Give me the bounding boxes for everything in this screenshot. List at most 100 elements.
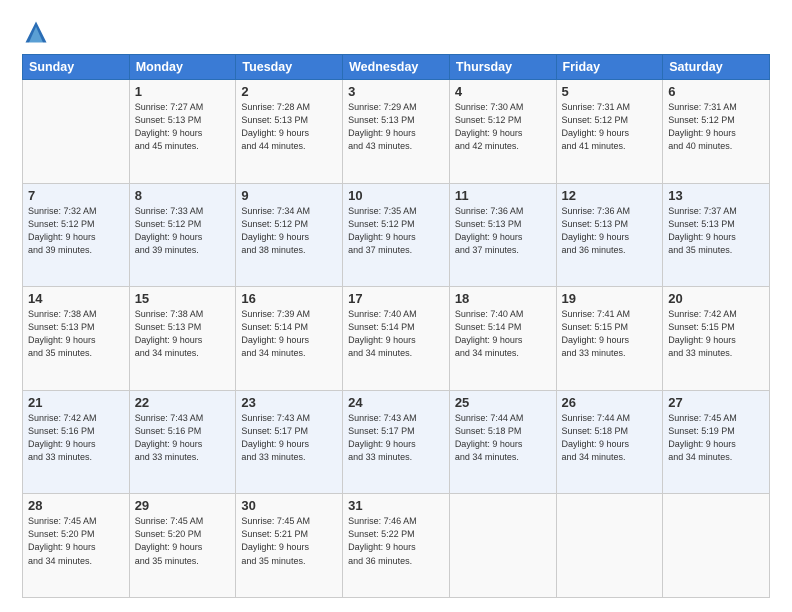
calendar-cell: 11 Sunrise: 7:36 AM Sunset: 5:13 PM Dayli…: [449, 183, 556, 287]
day-info: Sunrise: 7:33 AM Sunset: 5:12 PM Dayligh…: [135, 205, 231, 257]
day-number: 2: [241, 84, 337, 99]
day-info: Sunrise: 7:45 AM Sunset: 5:19 PM Dayligh…: [668, 412, 764, 464]
day-number: 7: [28, 188, 124, 203]
day-number: 15: [135, 291, 231, 306]
day-info: Sunrise: 7:35 AM Sunset: 5:12 PM Dayligh…: [348, 205, 444, 257]
weekday-wednesday: Wednesday: [343, 55, 450, 80]
calendar-cell: 16 Sunrise: 7:39 AM Sunset: 5:14 PM Dayli…: [236, 287, 343, 391]
day-number: 23: [241, 395, 337, 410]
calendar-cell: 14Sunrise: 7:38 AM Sunset: 5:13 PM Dayli…: [23, 287, 130, 391]
calendar-cell: 9 Sunrise: 7:34 AM Sunset: 5:12 PM Daylig…: [236, 183, 343, 287]
weekday-sunday: Sunday: [23, 55, 130, 80]
day-info: Sunrise: 7:44 AM Sunset: 5:18 PM Dayligh…: [455, 412, 551, 464]
day-number: 12: [562, 188, 658, 203]
calendar-cell: [23, 80, 130, 184]
day-number: 20: [668, 291, 764, 306]
day-info: Sunrise: 7:39 AM Sunset: 5:14 PM Dayligh…: [241, 308, 337, 360]
weekday-saturday: Saturday: [663, 55, 770, 80]
day-info: Sunrise: 7:36 AM Sunset: 5:13 PM Dayligh…: [455, 205, 551, 257]
day-number: 11: [455, 188, 551, 203]
week-row-3: 14Sunrise: 7:38 AM Sunset: 5:13 PM Dayli…: [23, 287, 770, 391]
day-number: 4: [455, 84, 551, 99]
day-info: Sunrise: 7:45 AM Sunset: 5:20 PM Dayligh…: [28, 515, 124, 567]
calendar-cell: 25 Sunrise: 7:44 AM Sunset: 5:18 PM Dayli…: [449, 390, 556, 494]
calendar-cell: 27 Sunrise: 7:45 AM Sunset: 5:19 PM Dayli…: [663, 390, 770, 494]
day-number: 16: [241, 291, 337, 306]
day-info: Sunrise: 7:42 AM Sunset: 5:15 PM Dayligh…: [668, 308, 764, 360]
calendar-cell: 7 Sunrise: 7:32 AM Sunset: 5:12 PM Daylig…: [23, 183, 130, 287]
calendar-cell: 4 Sunrise: 7:30 AM Sunset: 5:12 PM Daylig…: [449, 80, 556, 184]
weekday-tuesday: Tuesday: [236, 55, 343, 80]
calendar-cell: [556, 494, 663, 598]
day-info: Sunrise: 7:46 AM Sunset: 5:22 PM Dayligh…: [348, 515, 444, 567]
calendar-cell: 31Sunrise: 7:46 AM Sunset: 5:22 PM Dayli…: [343, 494, 450, 598]
day-info: Sunrise: 7:43 AM Sunset: 5:16 PM Dayligh…: [135, 412, 231, 464]
calendar-cell: 12 Sunrise: 7:36 AM Sunset: 5:13 PM Dayli…: [556, 183, 663, 287]
week-row-4: 21 Sunrise: 7:42 AM Sunset: 5:16 PM Dayli…: [23, 390, 770, 494]
day-info: Sunrise: 7:43 AM Sunset: 5:17 PM Dayligh…: [348, 412, 444, 464]
week-row-2: 7 Sunrise: 7:32 AM Sunset: 5:12 PM Daylig…: [23, 183, 770, 287]
day-number: 3: [348, 84, 444, 99]
day-info: Sunrise: 7:40 AM Sunset: 5:14 PM Dayligh…: [455, 308, 551, 360]
calendar-body: 1 Sunrise: 7:27 AM Sunset: 5:13 PM Daylig…: [23, 80, 770, 598]
day-info: Sunrise: 7:34 AM Sunset: 5:12 PM Dayligh…: [241, 205, 337, 257]
calendar-cell: 23 Sunrise: 7:43 AM Sunset: 5:17 PM Dayli…: [236, 390, 343, 494]
day-info: Sunrise: 7:30 AM Sunset: 5:12 PM Dayligh…: [455, 101, 551, 153]
calendar-cell: 29 Sunrise: 7:45 AM Sunset: 5:20 PM Dayli…: [129, 494, 236, 598]
week-row-1: 1 Sunrise: 7:27 AM Sunset: 5:13 PM Daylig…: [23, 80, 770, 184]
day-number: 5: [562, 84, 658, 99]
day-info: Sunrise: 7:38 AM Sunset: 5:13 PM Dayligh…: [28, 308, 124, 360]
calendar-cell: 1 Sunrise: 7:27 AM Sunset: 5:13 PM Daylig…: [129, 80, 236, 184]
calendar-cell: 24 Sunrise: 7:43 AM Sunset: 5:17 PM Dayli…: [343, 390, 450, 494]
day-info: Sunrise: 7:41 AM Sunset: 5:15 PM Dayligh…: [562, 308, 658, 360]
calendar-table: SundayMondayTuesdayWednesdayThursdayFrid…: [22, 54, 770, 598]
day-info: Sunrise: 7:45 AM Sunset: 5:21 PM Dayligh…: [241, 515, 337, 567]
day-number: 27: [668, 395, 764, 410]
day-info: Sunrise: 7:45 AM Sunset: 5:20 PM Dayligh…: [135, 515, 231, 567]
day-number: 17: [348, 291, 444, 306]
calendar-cell: 22Sunrise: 7:43 AM Sunset: 5:16 PM Dayli…: [129, 390, 236, 494]
weekday-friday: Friday: [556, 55, 663, 80]
calendar-cell: [449, 494, 556, 598]
calendar-cell: 2 Sunrise: 7:28 AM Sunset: 5:13 PM Daylig…: [236, 80, 343, 184]
header: [22, 18, 770, 46]
day-number: 28: [28, 498, 124, 513]
day-number: 21: [28, 395, 124, 410]
calendar-cell: 8Sunrise: 7:33 AM Sunset: 5:12 PM Daylig…: [129, 183, 236, 287]
day-number: 9: [241, 188, 337, 203]
day-info: Sunrise: 7:28 AM Sunset: 5:13 PM Dayligh…: [241, 101, 337, 153]
page: SundayMondayTuesdayWednesdayThursdayFrid…: [0, 0, 792, 612]
day-info: Sunrise: 7:44 AM Sunset: 5:18 PM Dayligh…: [562, 412, 658, 464]
calendar-cell: 21 Sunrise: 7:42 AM Sunset: 5:16 PM Dayli…: [23, 390, 130, 494]
calendar-cell: 17Sunrise: 7:40 AM Sunset: 5:14 PM Dayli…: [343, 287, 450, 391]
calendar-cell: 30 Sunrise: 7:45 AM Sunset: 5:21 PM Dayli…: [236, 494, 343, 598]
calendar-cell: 19 Sunrise: 7:41 AM Sunset: 5:15 PM Dayli…: [556, 287, 663, 391]
logo: [22, 18, 54, 46]
day-info: Sunrise: 7:37 AM Sunset: 5:13 PM Dayligh…: [668, 205, 764, 257]
day-info: Sunrise: 7:31 AM Sunset: 5:12 PM Dayligh…: [562, 101, 658, 153]
weekday-header-row: SundayMondayTuesdayWednesdayThursdayFrid…: [23, 55, 770, 80]
day-number: 10: [348, 188, 444, 203]
calendar-cell: 15 Sunrise: 7:38 AM Sunset: 5:13 PM Dayli…: [129, 287, 236, 391]
day-number: 25: [455, 395, 551, 410]
day-info: Sunrise: 7:32 AM Sunset: 5:12 PM Dayligh…: [28, 205, 124, 257]
day-info: Sunrise: 7:42 AM Sunset: 5:16 PM Dayligh…: [28, 412, 124, 464]
day-number: 29: [135, 498, 231, 513]
day-info: Sunrise: 7:38 AM Sunset: 5:13 PM Dayligh…: [135, 308, 231, 360]
calendar-cell: 28 Sunrise: 7:45 AM Sunset: 5:20 PM Dayli…: [23, 494, 130, 598]
day-number: 30: [241, 498, 337, 513]
day-info: Sunrise: 7:27 AM Sunset: 5:13 PM Dayligh…: [135, 101, 231, 153]
day-number: 19: [562, 291, 658, 306]
logo-icon: [22, 18, 50, 46]
day-number: 6: [668, 84, 764, 99]
calendar-cell: 20 Sunrise: 7:42 AM Sunset: 5:15 PM Dayli…: [663, 287, 770, 391]
day-info: Sunrise: 7:36 AM Sunset: 5:13 PM Dayligh…: [562, 205, 658, 257]
weekday-monday: Monday: [129, 55, 236, 80]
calendar-cell: 26Sunrise: 7:44 AM Sunset: 5:18 PM Dayli…: [556, 390, 663, 494]
day-info: Sunrise: 7:43 AM Sunset: 5:17 PM Dayligh…: [241, 412, 337, 464]
day-number: 24: [348, 395, 444, 410]
day-info: Sunrise: 7:31 AM Sunset: 5:12 PM Dayligh…: [668, 101, 764, 153]
calendar-cell: 18Sunrise: 7:40 AM Sunset: 5:14 PM Dayli…: [449, 287, 556, 391]
day-number: 1: [135, 84, 231, 99]
weekday-thursday: Thursday: [449, 55, 556, 80]
